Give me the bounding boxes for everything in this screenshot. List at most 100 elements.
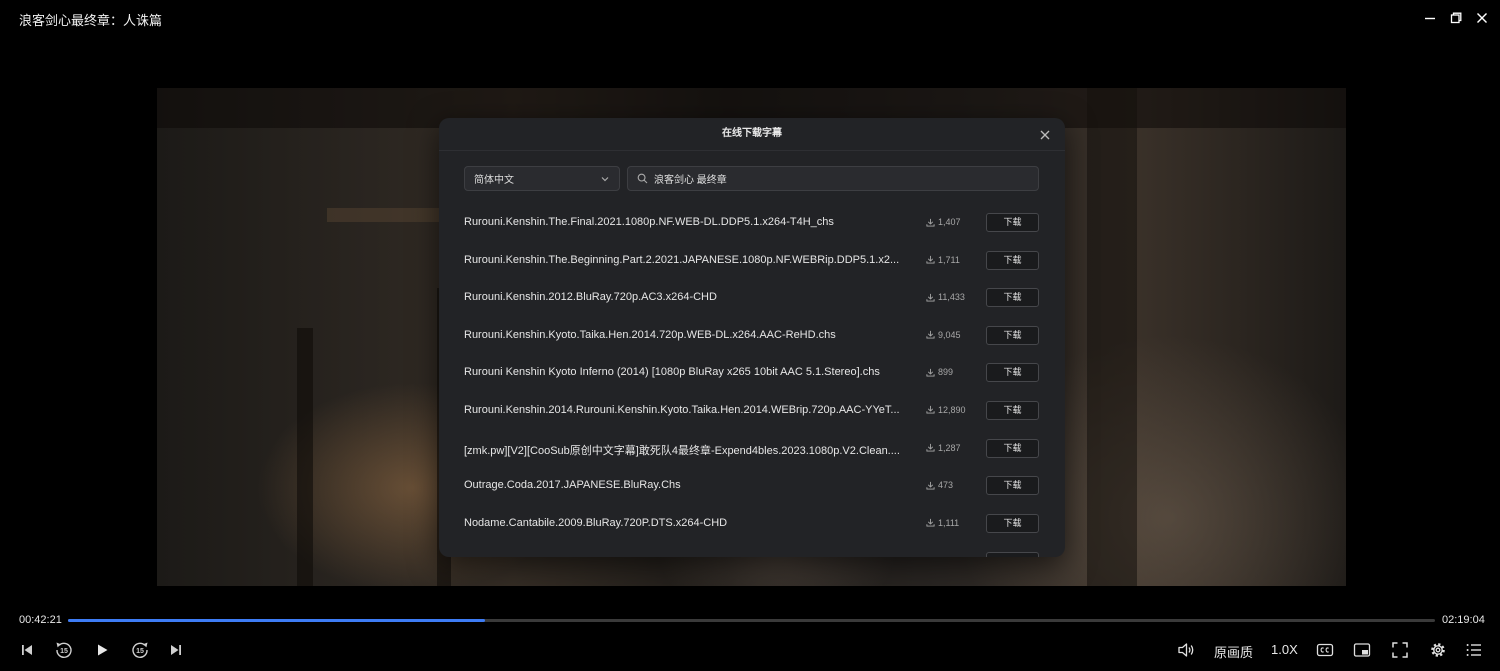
seek-bar[interactable] — [68, 619, 1435, 622]
download-button-partial[interactable] — [986, 552, 1039, 557]
search-field[interactable] — [627, 166, 1039, 191]
close-icon — [1477, 13, 1487, 23]
download-count: 1,287 — [926, 443, 961, 453]
dialog-title: 在线下载字幕 — [439, 118, 1065, 151]
play-button[interactable] — [93, 641, 111, 659]
subtitle-name: Rurouni.Kenshin.The.Beginning.Part.2.202… — [464, 253, 900, 266]
download-count-value: 1,111 — [938, 517, 960, 528]
download-button[interactable]: 下载 — [986, 213, 1039, 232]
download-icon — [926, 331, 935, 339]
gear-icon — [1431, 643, 1445, 657]
download-count: 12,890 — [926, 405, 966, 415]
minimize-icon — [1425, 17, 1435, 20]
language-select[interactable]: 简体中文 — [464, 166, 620, 191]
download-count: 11,433 — [926, 292, 965, 302]
download-count: 1,407 — [926, 217, 961, 227]
speed-selector[interactable]: 1.0X — [1271, 642, 1298, 657]
download-count-value: 899 — [938, 367, 954, 378]
close-window-button[interactable] — [1474, 9, 1490, 27]
download-icon — [926, 481, 935, 490]
subtitles-button[interactable] — [1315, 640, 1335, 660]
download-count: 1,111 — [926, 518, 959, 528]
restore-button[interactable] — [1448, 9, 1464, 27]
search-input[interactable] — [654, 173, 1029, 184]
list-item: Rurouni Kenshin Kyoto Inferno (2014) [10… — [439, 354, 1065, 392]
download-count-value: 1,287 — [938, 442, 961, 453]
download-count-value: 11,433 — [938, 292, 965, 303]
forward-15-icon: 15 — [132, 642, 148, 658]
download-count-value: 9,045 — [938, 329, 961, 340]
subtitle-name: Outrage.Coda.2017.JAPANESE.BluRay.Chs — [464, 479, 681, 492]
language-select-value: 简体中文 — [474, 175, 514, 186]
fullscreen-icon — [1392, 642, 1408, 658]
playlist-button[interactable] — [1464, 640, 1484, 660]
download-button[interactable]: 下载 — [986, 325, 1039, 345]
forward-seconds: 15 — [136, 648, 144, 655]
download-button[interactable]: 下载 — [986, 288, 1039, 308]
list-item: [zmk.pw][V2][CooSub原创中文字幕]敢死队4最终章-Expend… — [439, 430, 1065, 468]
subtitle-name: Nodame.Cantabile.2009.BluRay.720P.DTS.x2… — [464, 516, 728, 529]
duration-time: 02:19:04 — [1442, 614, 1485, 626]
play-icon — [98, 644, 108, 656]
download-count-value: 1,711 — [938, 254, 960, 265]
picture-in-picture-button[interactable] — [1352, 640, 1372, 660]
download-button[interactable]: 下载 — [986, 250, 1039, 270]
minimize-button[interactable] — [1422, 9, 1438, 27]
subtitle-list: Rurouni.Kenshin.The.Final.2021.1080p.NF.… — [439, 204, 1065, 542]
download-icon — [926, 293, 935, 302]
quality-selector[interactable]: 原画质 — [1214, 642, 1253, 661]
subtitle-name: Rurouni.Kenshin.2012.BluRay.720p.AC3.x26… — [464, 291, 717, 304]
subtitle-name: Rurouni Kenshin Kyoto Inferno (2014) [10… — [464, 366, 880, 379]
title-bar: 浪客剑心最终章：人诛篇 — [0, 0, 1500, 36]
rewind-button[interactable]: 15 — [53, 639, 75, 661]
download-icon — [926, 368, 935, 377]
download-button[interactable]: 下载 — [986, 363, 1039, 383]
subtitle-name: Rurouni.Kenshin.2014.Rurouni.Kenshin.Kyo… — [464, 403, 900, 416]
dialog-close-button[interactable] — [1039, 128, 1051, 140]
download-count: 473 — [926, 480, 953, 490]
download-icon — [926, 255, 935, 264]
list-item: Rurouni.Kenshin.2012.BluRay.720p.AC3.x26… — [439, 279, 1065, 317]
download-button[interactable]: 下载 — [986, 476, 1039, 496]
download-button[interactable]: 下载 — [986, 400, 1039, 420]
subtitle-name: Rurouni.Kenshin.The.Final.2021.1080p.NF.… — [464, 216, 834, 228]
fast-forward-button[interactable]: 15 — [129, 639, 151, 661]
search-icon — [637, 173, 648, 184]
close-icon — [1040, 130, 1050, 140]
download-count-value: 473 — [938, 480, 954, 491]
download-button[interactable]: 下载 — [986, 513, 1039, 533]
list-item: Nodame.Cantabile.2009.BluRay.720P.DTS.x2… — [439, 505, 1065, 543]
download-button[interactable]: 下载 — [986, 438, 1039, 458]
download-count: 1,711 — [926, 255, 960, 265]
list-item: Rurouni.Kenshin.The.Beginning.Part.2.202… — [439, 242, 1065, 280]
list-item: Rurouni.Kenshin.2014.Rurouni.Kenshin.Kyo… — [439, 392, 1065, 430]
skip-previous-icon — [22, 645, 32, 655]
window-controls — [1422, 9, 1490, 27]
download-count: 9,045 — [926, 330, 961, 340]
skip-next-icon — [171, 645, 181, 655]
playlist-icon — [1466, 644, 1481, 656]
restore-icon — [1450, 12, 1462, 24]
volume-button[interactable] — [1176, 640, 1196, 660]
settings-button[interactable] — [1428, 640, 1448, 660]
picture-in-picture-icon — [1353, 643, 1371, 657]
download-icon — [926, 443, 935, 452]
download-count: 899 — [926, 367, 953, 377]
previous-button[interactable] — [19, 641, 35, 659]
fullscreen-button[interactable] — [1390, 640, 1410, 660]
subtitle-download-dialog: 在线下载字幕 简体中文 Rurouni.Kenshin.The.Final.20… — [439, 118, 1065, 557]
volume-icon — [1178, 643, 1194, 657]
closed-captions-icon — [1316, 643, 1334, 657]
window-title: 浪客剑心最终章：人诛篇 — [19, 13, 163, 28]
download-icon — [926, 218, 935, 227]
next-button[interactable] — [168, 641, 184, 659]
subtitle-name: [zmk.pw][V2][CooSub原创中文字幕]敢死队4最终章-Expend… — [464, 444, 900, 457]
seek-bar-progress — [68, 619, 485, 622]
subtitle-name: Rurouni.Kenshin.Kyoto.Taika.Hen.2014.720… — [464, 328, 836, 341]
list-item: Rurouni.Kenshin.Kyoto.Taika.Hen.2014.720… — [439, 317, 1065, 355]
current-time: 00:42:21 — [19, 614, 62, 626]
rewind-seconds: 15 — [60, 648, 68, 655]
list-item: Rurouni.Kenshin.The.Final.2021.1080p.NF.… — [439, 204, 1065, 242]
download-count-value: 1,407 — [938, 217, 961, 227]
download-icon — [926, 519, 935, 527]
